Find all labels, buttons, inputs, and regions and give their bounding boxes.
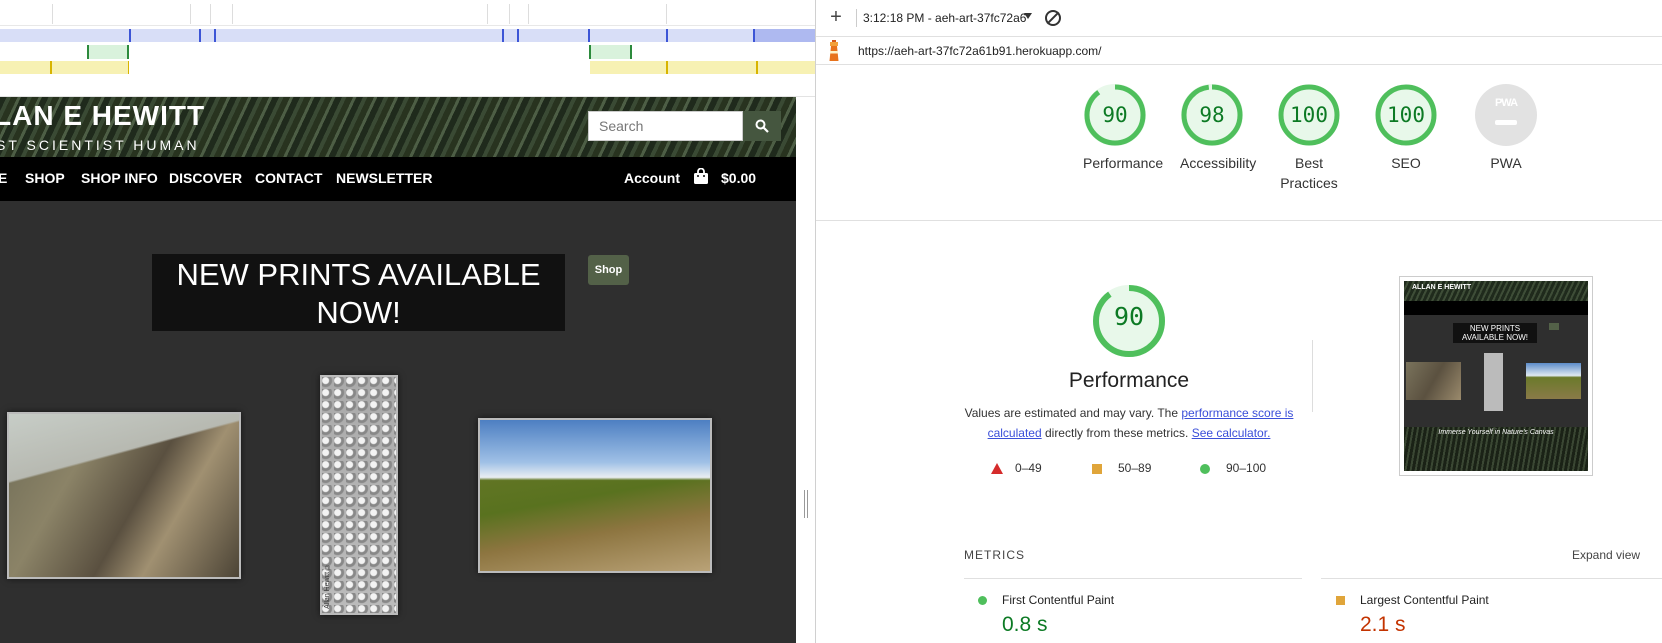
cart-total[interactable]: $0.00 bbox=[721, 170, 756, 186]
lighthouse-panel: + 3:12:18 PM - aeh-art-37fc72a6 https://… bbox=[815, 0, 1662, 643]
pwa-badge: PWA bbox=[1494, 97, 1518, 109]
performance-timeline[interactable] bbox=[0, 0, 815, 97]
report-url-bar: https://aeh-art-37fc72a61b91.herokuapp.c… bbox=[816, 37, 1662, 65]
legend-pass: 90–100 bbox=[1226, 461, 1267, 475]
legend-fail: 0–49 bbox=[1015, 461, 1042, 475]
clear-icon[interactable] bbox=[1045, 10, 1061, 26]
score-pwa[interactable]: PWA PWA bbox=[1474, 83, 1538, 173]
audited-url[interactable]: https://aeh-art-37fc72a61b91.herokuapp.c… bbox=[858, 44, 1102, 58]
thumb-brand: ALLAN E HEWITT bbox=[1412, 284, 1472, 291]
brand-tagline: ST SCIENTIST HUMAN bbox=[0, 137, 200, 153]
site-header: LAN E HEWITT ST SCIENTIST HUMAN Search bbox=[0, 97, 796, 157]
thumb-promo: NEW PRINTS AVAILABLE NOW! bbox=[1453, 323, 1537, 343]
website-viewport: LAN E HEWITT ST SCIENTIST HUMAN Search E… bbox=[0, 97, 796, 643]
score-label: Best Practices bbox=[1280, 155, 1338, 191]
lighthouse-icon bbox=[829, 40, 839, 61]
score-best-practices[interactable]: 100 Best Practices bbox=[1277, 83, 1341, 193]
score-seo[interactable]: 100 SEO bbox=[1374, 83, 1438, 173]
score-value: 98 bbox=[1199, 103, 1225, 127]
network-lane-active bbox=[755, 29, 815, 42]
nav-item-home[interactable]: E bbox=[0, 170, 7, 186]
average-square-icon bbox=[1092, 464, 1102, 474]
nav-item-newsletter[interactable]: NEWSLETTER bbox=[336, 170, 432, 186]
promo-heading: NEW PRINTS AVAILABLE NOW! bbox=[152, 254, 565, 331]
score-value: 100 bbox=[1387, 103, 1425, 127]
frames-lane bbox=[0, 45, 815, 59]
performance-title: Performance bbox=[1068, 369, 1190, 392]
network-lane bbox=[0, 29, 815, 42]
site-nav: E SHOP SHOP INFO DISCOVER CONTACT NEWSLE… bbox=[0, 157, 796, 201]
brand-name[interactable]: LAN E HEWITT bbox=[0, 100, 205, 132]
artwork-valley-ruin[interactable] bbox=[478, 418, 712, 573]
metric-fcp-value: 0.8 s bbox=[1002, 613, 1048, 636]
account-link[interactable]: Account bbox=[624, 170, 680, 186]
score-label: Performance bbox=[1083, 155, 1164, 171]
average-square-icon bbox=[1336, 596, 1345, 605]
score-label: SEO bbox=[1391, 155, 1421, 171]
thumb-caption: Immerse Yourself in Nature's Canvas bbox=[1438, 429, 1554, 436]
new-report-button[interactable]: + bbox=[826, 7, 846, 28]
performance-description: Values are estimated and may vary. The p… bbox=[964, 406, 1294, 440]
fail-triangle-icon bbox=[991, 463, 1003, 474]
legend-average: 50–89 bbox=[1118, 461, 1152, 475]
chevron-down-icon[interactable] bbox=[1024, 13, 1032, 19]
performance-score: 90 bbox=[1113, 302, 1145, 331]
score-label: Accessibility bbox=[1180, 155, 1257, 171]
shop-button[interactable]: Shop bbox=[588, 255, 629, 285]
search-icon bbox=[755, 119, 769, 133]
score-performance[interactable]: 90 Performance bbox=[1083, 83, 1164, 173]
metric-fcp-label: First Contentful Paint bbox=[1002, 593, 1115, 607]
pass-circle-icon bbox=[1200, 464, 1210, 474]
expand-view-button[interactable]: Expand view bbox=[1572, 548, 1640, 562]
score-accessibility[interactable]: 98 Accessibility bbox=[1180, 83, 1257, 173]
score-value: 100 bbox=[1290, 103, 1328, 127]
score-label: PWA bbox=[1490, 155, 1522, 171]
metrics-heading: METRICS bbox=[964, 548, 1025, 562]
nav-item-shop-info[interactable]: SHOP INFO bbox=[81, 170, 158, 186]
final-screenshot[interactable]: ALLAN E HEWITT NEW PRINTS AVAILABLE NOW!… bbox=[1399, 276, 1593, 476]
nav-item-contact[interactable]: CONTACT bbox=[255, 170, 322, 186]
timeline-ruler bbox=[0, 0, 815, 26]
lighthouse-toolbar: + 3:12:18 PM - aeh-art-37fc72a6 bbox=[816, 0, 1662, 37]
metric-lcp-label: Largest Contentful Paint bbox=[1360, 593, 1489, 607]
artwork-canyon[interactable] bbox=[7, 412, 241, 579]
search-input[interactable]: Search bbox=[588, 111, 743, 141]
shopping-bag-icon[interactable] bbox=[693, 168, 709, 185]
report-selector[interactable]: 3:12:18 PM - aeh-art-37fc72a6 bbox=[863, 11, 1026, 25]
artwork-signature: Allan Hewitt © bbox=[324, 563, 331, 609]
panel-resize-handle[interactable] bbox=[804, 490, 808, 518]
score-value: 90 bbox=[1102, 103, 1128, 127]
see-calculator-link[interactable]: See calculator. bbox=[1192, 426, 1271, 440]
metric-lcp-value: 2.1 s bbox=[1360, 613, 1406, 636]
artwork-raindrops[interactable]: Allan Hewitt © bbox=[320, 375, 398, 615]
nav-item-discover[interactable]: DISCOVER bbox=[169, 170, 242, 186]
search-button[interactable] bbox=[743, 111, 781, 141]
nav-item-shop[interactable]: SHOP bbox=[25, 170, 65, 186]
pass-circle-icon bbox=[978, 596, 987, 605]
